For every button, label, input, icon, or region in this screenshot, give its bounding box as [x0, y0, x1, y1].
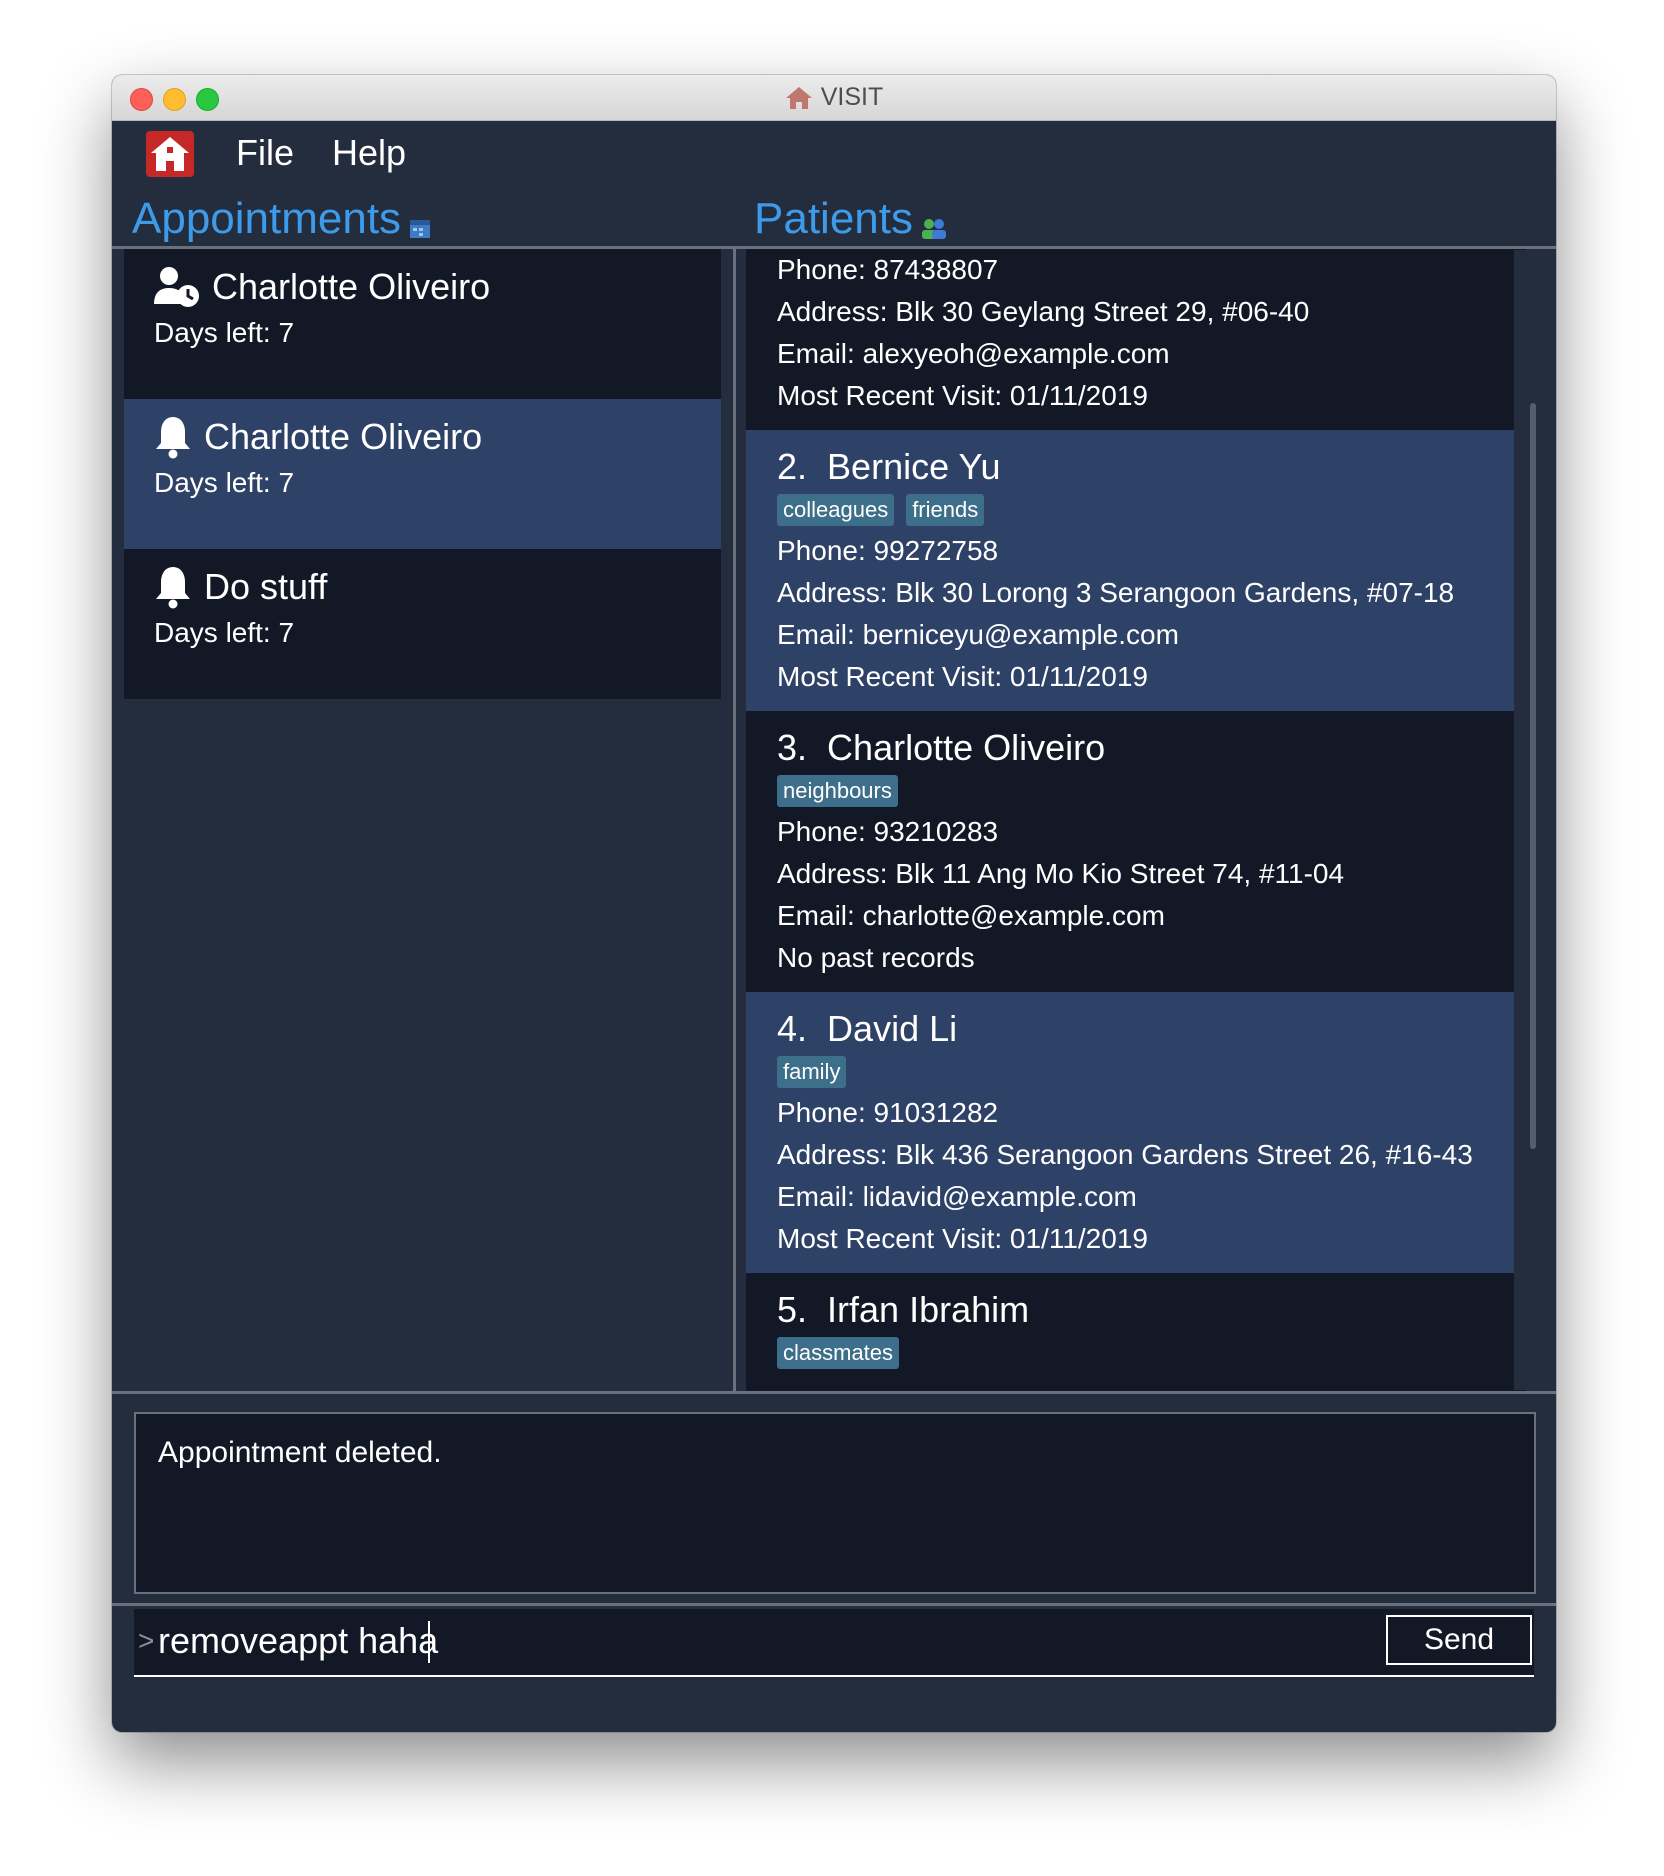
- appointment-days-left: Days left: 7: [154, 467, 295, 498]
- result-display: Appointment deleted.: [134, 1412, 1536, 1594]
- patient-tags: classmates: [777, 1337, 900, 1369]
- send-button[interactable]: Send: [1386, 1615, 1532, 1665]
- patient-name: David Li: [827, 1008, 958, 1049]
- appointment-days-left: Days left: 7: [154, 317, 295, 348]
- appointment-name: Charlotte Oliveiro: [204, 416, 483, 457]
- calendar-icon: [410, 220, 431, 238]
- appointment-card[interactable]: Do stuff Days left: 7: [124, 549, 721, 699]
- patient-email: Email: berniceyu@example.com: [777, 619, 1179, 650]
- patient-index: 2.: [777, 446, 808, 487]
- appointment-name: Charlotte Oliveiro: [212, 266, 491, 307]
- patient-phone: Phone: 99272758: [777, 535, 999, 566]
- appointment-name: Do stuff: [204, 566, 328, 607]
- appointment-card[interactable]: Charlotte Oliveiro Days left: 7: [124, 249, 721, 399]
- patients-header: Patients: [754, 193, 947, 245]
- patient-name-row: 2. Bernice Yu: [777, 446, 1001, 488]
- patient-index: 3.: [777, 727, 808, 768]
- patient-tags: colleagues friends: [777, 494, 985, 526]
- patient-email: Email: lidavid@example.com: [777, 1181, 1137, 1212]
- patient-list-scrollbar-thumb[interactable]: [1530, 403, 1536, 1149]
- patient-recent-visit: No past records: [777, 942, 975, 973]
- appointment-title: Charlotte Oliveiro: [154, 263, 490, 311]
- menu-help[interactable]: Help: [332, 131, 406, 175]
- patient-address: Address: Blk 436 Serangoon Gardens Stree…: [777, 1139, 1473, 1170]
- bottom-divider: [112, 1603, 1556, 1606]
- appointments-title: Appointments: [132, 194, 402, 243]
- patient-phone: Phone: 93210283: [777, 816, 999, 847]
- window-title-text: VISIT: [820, 83, 884, 111]
- patient-index: 5.: [777, 1289, 808, 1330]
- patient-phone: Phone: 91031282: [777, 1097, 999, 1128]
- patient-recent-visit: Most Recent Visit: 01/11/2019: [777, 1223, 1148, 1254]
- patient-name: Bernice Yu: [827, 446, 1001, 487]
- house-logo-icon: [146, 131, 194, 177]
- user-clock-icon: [154, 267, 199, 307]
- patient-tag: classmates: [777, 1337, 900, 1369]
- patient-tag: family: [777, 1056, 847, 1088]
- patient-address: Address: Blk 30 Geylang Street 29, #06-4…: [777, 296, 1310, 327]
- patient-name-row: 4. David Li: [777, 1008, 957, 1050]
- patient-name: Charlotte Oliveiro: [827, 727, 1106, 768]
- patient-card-selected[interactable]: 2. Bernice Yu colleagues friends Phone: …: [746, 430, 1526, 711]
- patient-recent-visit: Most Recent Visit: 01/11/2019: [777, 661, 1148, 692]
- patient-list-scrollbar[interactable]: [1514, 250, 1544, 1390]
- window-title: VISIT: [112, 75, 1556, 120]
- patient-tag: colleagues: [777, 494, 895, 526]
- command-input[interactable]: [158, 1617, 1158, 1665]
- appointment-card-selected[interactable]: Charlotte Oliveiro Days left: 7: [124, 399, 721, 549]
- patient-name-row: 3. Charlotte Oliveiro: [777, 727, 1105, 769]
- patient-recent-visit: Most Recent Visit: 01/11/2019: [777, 380, 1148, 411]
- app-window: VISIT File Help Appointments Patients Ch…: [112, 75, 1556, 1732]
- text-caret: [428, 1621, 430, 1663]
- patient-card[interactable]: 4. David Li family Phone: 91031282 Addre…: [746, 992, 1526, 1273]
- patients-panel: Phone: 87438807 Address: Blk 30 Geylang …: [736, 249, 1556, 1391]
- patient-tag: friends: [906, 494, 985, 526]
- menu-bar: File Help: [112, 121, 1556, 185]
- patients-title: Patients: [754, 194, 913, 243]
- patient-email: Email: charlotte@example.com: [777, 900, 1165, 931]
- patient-email: Email: alexyeoh@example.com: [777, 338, 1170, 369]
- result-message: Appointment deleted.: [158, 1436, 442, 1469]
- appointments-header: Appointments: [132, 193, 431, 245]
- title-bar: VISIT: [112, 75, 1556, 121]
- house-icon: [785, 86, 812, 109]
- people-icon: [921, 219, 946, 239]
- patient-index: 4.: [777, 1008, 808, 1049]
- appointments-panel: Charlotte Oliveiro Days left: 7 Charlott…: [112, 249, 733, 1391]
- command-prompt: >: [138, 1625, 155, 1656]
- bell-icon: [156, 417, 190, 459]
- appointment-title: Do stuff: [154, 563, 327, 611]
- patient-card[interactable]: 3. Charlotte Oliveiro neighbours Phone: …: [746, 711, 1526, 992]
- patient-tag: neighbours: [777, 775, 898, 807]
- patient-card[interactable]: Phone: 87438807 Address: Blk 30 Geylang …: [746, 249, 1526, 430]
- command-box: > Send: [134, 1609, 1534, 1677]
- patient-tags: family: [777, 1056, 847, 1088]
- bell-icon: [156, 567, 190, 609]
- menu-file[interactable]: File: [236, 131, 294, 175]
- patient-name: Irfan Ibrahim: [827, 1289, 1030, 1330]
- patient-address: Address: Blk 30 Lorong 3 Serangoon Garde…: [777, 577, 1455, 608]
- patient-address: Address: Blk 11 Ang Mo Kio Street 74, #1…: [777, 858, 1345, 889]
- patient-tags: neighbours: [777, 775, 898, 807]
- appointment-title: Charlotte Oliveiro: [154, 413, 482, 461]
- patient-name-row: 5. Irfan Ibrahim: [777, 1289, 1029, 1331]
- patient-phone: Phone: 87438807: [777, 254, 999, 285]
- middle-divider: [112, 1391, 1556, 1394]
- appointment-days-left: Days left: 7: [154, 617, 295, 648]
- patient-card[interactable]: 5. Irfan Ibrahim classmates: [746, 1273, 1526, 1391]
